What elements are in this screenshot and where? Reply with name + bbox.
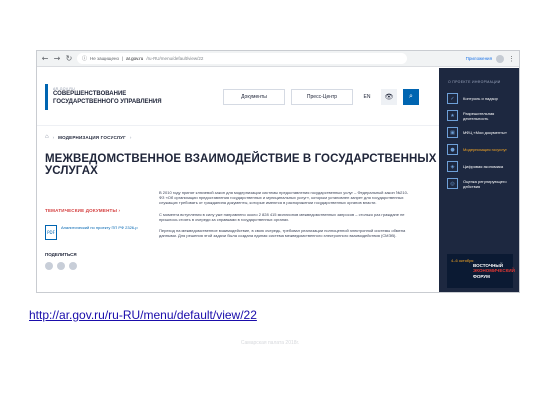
profile-avatar-icon[interactable]	[496, 54, 504, 63]
document-link[interactable]: Аналитический по проекту ПП РФ 2326-р	[61, 225, 141, 240]
sidebar-item-label: МФЦ «Мои документы»	[463, 130, 507, 135]
sidebar-item-digital-economy[interactable]: ◈ Цифровая экономика	[439, 158, 519, 175]
logo-title-line-2: ГОСУДАРСТВЕННОГО УПРАВЛЕНИЯ	[53, 98, 162, 105]
page-title: МЕЖВЕДОМСТВЕННОЕ ВЗАИМОДЕЙСТВИЕ В ГОСУДА…	[45, 153, 437, 177]
building-icon: ▣	[447, 127, 458, 138]
share-label: ПОДЕЛИТЬСЯ	[45, 252, 77, 257]
sidebar-item-label: Цифровая экономика	[463, 164, 504, 169]
site-logo[interactable]: AR.GOV.RU СОВЕРШЕНСТВОВАНИЕ ГОСУДАРСТВЕН…	[45, 83, 215, 110]
sidebar-item-label: Модернизация госуслуг	[463, 147, 507, 152]
thematic-documents-link[interactable]: ТЕМАТИЧЕСКИЕ ДОКУМЕНТЫ ›	[45, 208, 150, 213]
search-icon[interactable]: ⌕	[403, 88, 419, 105]
breadcrumb-current[interactable]: МОДЕРНИЗАЦИЯ ГОСУСЛУГ	[58, 135, 126, 140]
url-host: ar.gov.ru	[126, 56, 144, 61]
back-icon[interactable]: ←	[41, 54, 49, 63]
sidebar-title: О ПРОЕКТЕ ИНФОРМАЦИИ	[448, 80, 501, 84]
left-column: ТЕМАТИЧЕСКИЕ ДОКУМЕНТЫ › PDF Аналитическ…	[45, 190, 150, 270]
sidebar-item-control[interactable]: ✓ Контроль и надзор	[439, 90, 519, 107]
info-icon[interactable]: ⓘ	[82, 55, 87, 62]
browser-toolbar: ← → ↻ ⓘ Не защищено | ar.gov.ru/ru-RU/me…	[37, 51, 519, 67]
share-facebook-icon[interactable]	[57, 262, 65, 270]
sidebar-item-mfc[interactable]: ▣ МФЦ «Мои документы»	[439, 124, 519, 141]
site-main: AR.GOV.RU СОВЕРШЕНСТВОВАНИЕ ГОСУДАРСТВЕН…	[37, 68, 439, 292]
sidebar-item-permits[interactable]: ★ Разрешительная деятельность	[439, 107, 519, 124]
breadcrumb: ⌂ › МОДЕРНИЗАЦИЯ ГОСУСЛУГ ›	[37, 126, 439, 140]
address-separator: |	[121, 56, 124, 61]
header-nav: Документы Пресс-Центр EN 👁 ⌕	[223, 88, 419, 105]
browser-window: ← → ↻ ⓘ Не защищено | ar.gov.ru/ru-RU/me…	[36, 50, 520, 293]
article-body: В 2010 году принят ключевой закон для мо…	[159, 190, 409, 244]
forward-icon[interactable]: →	[53, 54, 61, 63]
logo-accent-bar	[45, 83, 48, 110]
chip-icon: ◈	[447, 161, 458, 172]
paragraph: Переход на межведомственное взаимодейств…	[159, 228, 406, 239]
browser-menu-icon[interactable]: ⋮	[508, 55, 515, 63]
document-card[interactable]: PDF Аналитический по проекту ПП РФ 2326-…	[45, 225, 150, 240]
home-icon[interactable]: ⌂	[45, 134, 49, 140]
check-icon: ✓	[447, 93, 458, 104]
breadcrumb-separator: ›	[129, 134, 132, 140]
sidebar-item-label: Оценка регулирующего действия	[463, 178, 507, 189]
share-twitter-icon[interactable]	[69, 262, 77, 270]
paragraph: С момента вступления в силу уже направле…	[159, 211, 405, 222]
sidebar-item-modernization[interactable]: ● Модернизация госуслуг	[439, 141, 519, 158]
forum-title-line-3: ФОРУМ	[473, 273, 490, 279]
address-bar[interactable]: ⓘ Не защищено | ar.gov.ru/ru-RU/menu/def…	[77, 53, 407, 64]
site-header: AR.GOV.RU СОВЕРШЕНСТВОВАНИЕ ГОСУДАРСТВЕН…	[37, 68, 439, 126]
logo-title-line-1: СОВЕРШЕНСТВОВАНИЕ	[53, 91, 127, 97]
source-url-link[interactable]: http://ar.gov.ru/ru-RU/menu/default/view…	[29, 308, 257, 322]
share-vk-icon[interactable]	[45, 262, 53, 270]
forum-date: 4–6 октября	[451, 258, 474, 263]
accessibility-icon[interactable]: 👁	[381, 88, 397, 105]
press-center-button[interactable]: Пресс-Центр	[291, 88, 353, 105]
target-icon: ◎	[447, 178, 458, 189]
sidebar-item-regulatory-impact[interactable]: ◎ Оценка регулирующего действия	[439, 175, 519, 192]
sidebar-item-label: Контроль и надзор	[463, 96, 498, 101]
paragraph: В 2010 году принят ключевой закон для мо…	[159, 190, 409, 206]
breadcrumb-separator: ›	[52, 134, 55, 140]
slide-top-area	[0, 0, 540, 50]
apps-link[interactable]: Приложения	[466, 56, 492, 61]
security-label: Не защищено	[90, 56, 119, 61]
reload-icon[interactable]: ↻	[65, 54, 73, 63]
forum-banner[interactable]: 4–6 октября ВОСТОЧНЫЙ ЭКОНОМИЧЕСКИЙ ФОРУ…	[447, 254, 515, 288]
right-sidebar: О ПРОЕКТЕ ИНФОРМАЦИИ ✓ Контроль и надзор…	[439, 68, 519, 292]
share-buttons	[45, 262, 150, 270]
sidebar-item-label: Разрешительная деятельность	[463, 110, 495, 121]
watermark-text: Самарская палата 2018г.	[240, 340, 300, 346]
document-icon: PDF	[45, 225, 57, 240]
url-path: /ru-RU/menu/default/view/22	[146, 56, 204, 61]
services-icon: ●	[447, 144, 458, 155]
documents-button[interactable]: Документы	[223, 88, 285, 105]
star-icon: ★	[447, 110, 458, 121]
language-switch[interactable]: EN	[359, 89, 375, 105]
